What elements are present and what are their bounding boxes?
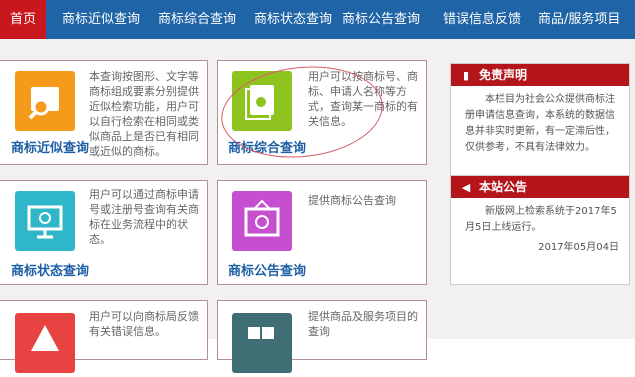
notice-header: ◀ 本站公告 bbox=[451, 176, 629, 198]
disclaimer-text: 本栏目为社会公众提供商标注册申请信息查询，本系统的数据信息并非实时更新，有一定滞… bbox=[465, 94, 615, 153]
card-status-search[interactable]: 商标状态查询 用户可以通过商标申请号或注册号查询有关商标在业务流程中的状态。 bbox=[0, 180, 208, 285]
top-nav: 首页 商标近似查询 商标综合查询 商标状态查询 商标公告查询 错误信息反馈 商品… bbox=[0, 0, 635, 39]
nav-comprehensive-search[interactable]: 商标综合查询 bbox=[158, 0, 236, 39]
warning-icon: ▮ bbox=[462, 69, 470, 82]
nav-announcement-search[interactable]: 商标公告查询 bbox=[342, 0, 420, 39]
nav-home[interactable]: 首页 bbox=[0, 0, 46, 39]
nav-status-search[interactable]: 商标状态查询 bbox=[254, 0, 332, 39]
notice-text[interactable]: 新版网上检索系统于2017年5月5日上线运行。 bbox=[451, 198, 629, 236]
speaker-icon: ◀ bbox=[461, 181, 471, 194]
monitor-search-icon bbox=[15, 191, 75, 251]
card-title: 商标近似查询 bbox=[11, 141, 90, 156]
frame-search-icon bbox=[232, 191, 292, 251]
card-desc: 提供商标公告查询 bbox=[308, 194, 396, 207]
card-desc: 提供商品及服务项目的查询 bbox=[308, 310, 418, 338]
disclaimer-panel: ▮ 免责声明 本栏目为社会公众提供商标注册申请信息查询，本系统的数据信息并非实时更… bbox=[450, 63, 630, 189]
warning-icon bbox=[15, 313, 75, 373]
card-error-feedback[interactable]: 用户可以向商标局反馈有关错误信息。 bbox=[0, 300, 208, 373]
grid-icon bbox=[232, 313, 292, 373]
nav-similar-search[interactable]: 商标近似查询 bbox=[62, 0, 140, 39]
card-goods-services[interactable]: 提供商品及服务项目的查询 bbox=[217, 300, 427, 373]
card-desc: 用户可以向商标局反馈有关错误信息。 bbox=[89, 310, 199, 338]
card-announcement-search[interactable]: 商标公告查询 提供商标公告查询 bbox=[217, 180, 427, 285]
card-desc: 本查询按图形、文字等商标组成要素分别提供近似检索功能，用户可以自行检索在相同或类… bbox=[89, 70, 199, 158]
notice-title: 本站公告 bbox=[479, 180, 528, 194]
card-title: 商标状态查询 bbox=[11, 264, 90, 279]
sidebar: ▮ 免责声明 本栏目为社会公众提供商标注册申请信息查询，本系统的数据信息并非实时更… bbox=[442, 39, 635, 339]
disclaimer-title: 免责声明 bbox=[479, 68, 528, 82]
card-similar-search[interactable]: 商标近似查询 本查询按图形、文字等商标组成要素分别提供近似检索功能，用户可以自行… bbox=[0, 60, 208, 165]
nav-goods-services[interactable]: 商品/服务项目 bbox=[538, 0, 620, 39]
notice-date: 2017年05月04日 bbox=[538, 242, 619, 253]
card-desc: 用户可以通过商标申请号或注册号查询有关商标在业务流程中的状态。 bbox=[89, 188, 199, 246]
folder-search-icon bbox=[15, 71, 75, 131]
notice-panel: ◀ 本站公告 新版网上检索系统于2017年5月5日上线运行。 2017年05月04… bbox=[450, 175, 630, 285]
disclaimer-header: ▮ 免责声明 bbox=[451, 64, 629, 86]
nav-error-feedback[interactable]: 错误信息反馈 bbox=[443, 0, 521, 39]
card-title: 商标公告查询 bbox=[228, 264, 307, 279]
